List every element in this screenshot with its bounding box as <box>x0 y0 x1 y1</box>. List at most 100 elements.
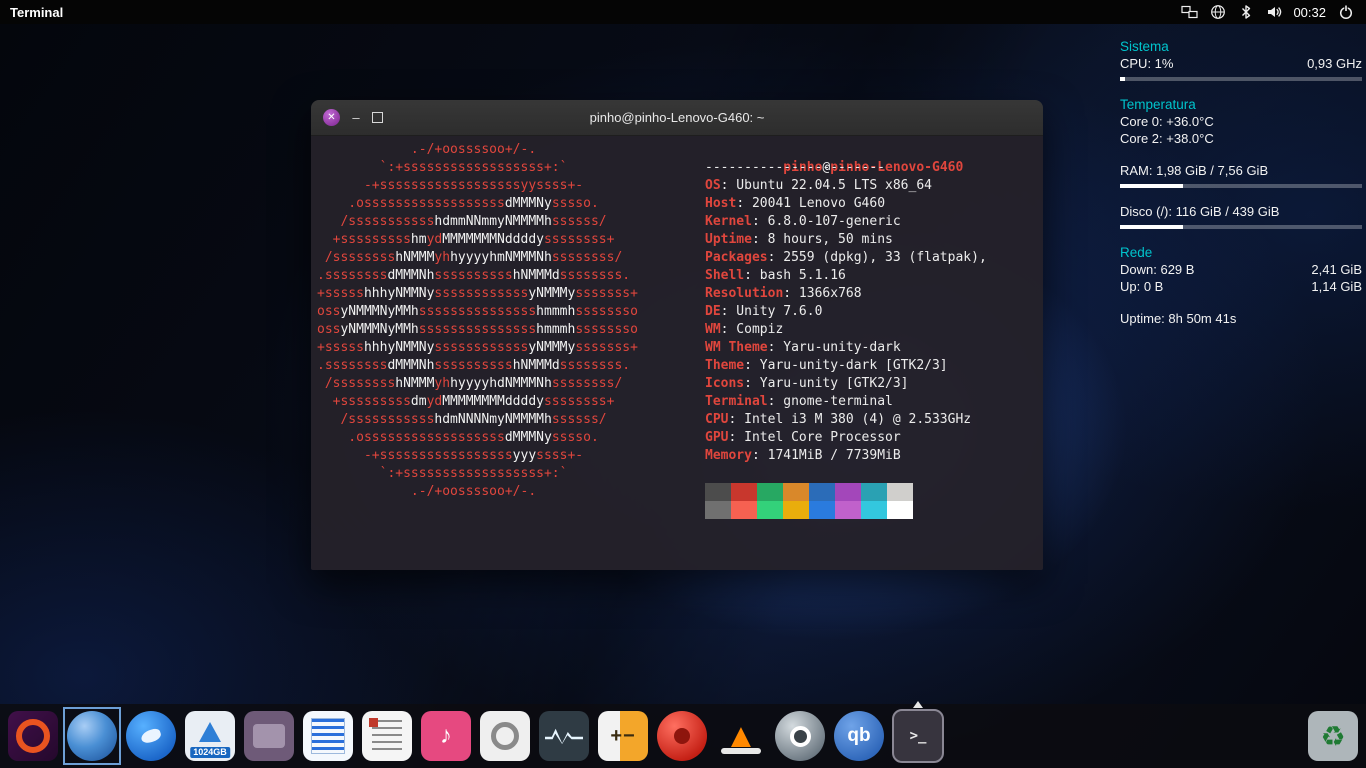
red-app[interactable] <box>656 710 708 762</box>
net-up-total: 1,14 GiB <box>1311 278 1362 295</box>
thunderbird-icon <box>126 711 176 761</box>
libreoffice-writer[interactable] <box>302 710 354 762</box>
color-swatch <box>705 483 731 501</box>
net-down-total: 2,41 GiB <box>1311 261 1362 278</box>
document-editor-icon <box>362 711 412 761</box>
color-swatch <box>835 501 861 519</box>
globe-icon[interactable] <box>1209 4 1226 21</box>
neofetch-info-row: Theme: Yaru-unity-dark [GTK2/3] <box>705 357 1037 375</box>
music-app[interactable]: ♪ <box>420 710 472 762</box>
calculator[interactable]: +− <box>597 710 649 762</box>
neofetch-info-row: OS: Ubuntu 22.04.5 LTS x86_64 <box>705 177 1037 195</box>
neofetch-info-row: Host: 20041 Lenovo G460 <box>705 195 1037 213</box>
close-button[interactable]: ✕ <box>323 109 340 126</box>
vlc[interactable]: ▲ <box>715 710 767 762</box>
trash-icon: ♻ <box>1308 711 1358 761</box>
neofetch-info-row: DE: Unity 7.6.0 <box>705 303 1037 321</box>
cpu-bar <box>1120 77 1362 81</box>
disk-usage-icon: 1024GB <box>185 711 235 761</box>
chromium-browser-icon <box>67 711 117 761</box>
color-swatch <box>783 483 809 501</box>
uptime-label: Uptime: 8h 50m 41s <box>1120 310 1362 327</box>
ram-bar <box>1120 184 1362 188</box>
conky-temp-title: Temperatura <box>1120 96 1362 113</box>
color-swatch <box>835 483 861 501</box>
ubuntu-launcher[interactable] <box>7 710 59 762</box>
qbittorrent-icon: qb <box>834 711 884 761</box>
disk-label: Disco (/): 116 GiB / 439 GiB <box>1120 203 1362 220</box>
running-indicator <box>913 701 923 708</box>
dock-items: 1024GB ♪ +− ▲ qb>_ <box>7 710 944 762</box>
core0-temp: Core 0: +36.0°C <box>1120 113 1362 130</box>
trash[interactable]: ♻ <box>1307 710 1359 762</box>
color-swatch <box>861 501 887 519</box>
core2-temp: Core 2: +38.0°C <box>1120 130 1362 147</box>
color-swatch <box>783 501 809 519</box>
top-panel: Terminal 00:32 <box>0 0 1366 24</box>
terminal-window: pinho@pinho-Lenovo-G460: ~ ✕ – .-/+oosss… <box>311 100 1043 570</box>
steam[interactable] <box>774 710 826 762</box>
music-app-icon: ♪ <box>421 711 471 761</box>
libreoffice-writer-icon <box>303 711 353 761</box>
neofetch-info-rows: OS: Ubuntu 22.04.5 LTS x86_64Host: 20041… <box>705 177 1037 465</box>
clock[interactable]: 00:32 <box>1293 5 1326 20</box>
disk-size-badge: 1024GB <box>190 747 230 758</box>
neofetch-info-row: Icons: Yaru-unity [GTK2/3] <box>705 375 1037 393</box>
neofetch-info-row: CPU: Intel i3 M 380 (4) @ 2.533GHz <box>705 411 1037 429</box>
cpu-usage-label: CPU: 1% <box>1120 55 1173 72</box>
neofetch-output: .-/+oossssoo+/-. `:+ssssssssssssssssss+:… <box>317 141 1037 519</box>
maximize-button[interactable] <box>372 112 383 123</box>
disk-usage[interactable]: 1024GB <box>184 710 236 762</box>
neofetch-info: pinho@pinho-Lenovo-G460 ----------------… <box>705 141 1037 519</box>
window-title: pinho@pinho-Lenovo-G460: ~ <box>311 110 1043 125</box>
power-icon[interactable] <box>1337 4 1354 21</box>
shell-prompt[interactable]: pinho@pinho-Lenovo-G460:~$ <box>317 556 1037 570</box>
bluetooth-icon[interactable] <box>1237 4 1254 21</box>
neofetch-info-row: Kernel: 6.8.0-107-generic <box>705 213 1037 231</box>
color-swatch <box>757 483 783 501</box>
color-swatch <box>887 501 913 519</box>
chromium-browser[interactable] <box>66 710 118 762</box>
vlc-icon: ▲ <box>716 711 766 761</box>
neofetch-info-row: Resolution: 1366x768 <box>705 285 1037 303</box>
neofetch-underline: ----------------------- <box>705 159 1037 177</box>
color-swatch <box>705 501 731 519</box>
neofetch-ascii: .-/+oossssoo+/-. `:+ssssssssssssssssss+:… <box>317 141 705 519</box>
color-swatch <box>731 483 757 501</box>
neofetch-info-row: WM: Compiz <box>705 321 1037 339</box>
system-monitor-app[interactable] <box>538 710 590 762</box>
file-manager[interactable] <box>243 710 295 762</box>
window-titlebar[interactable]: pinho@pinho-Lenovo-G460: ~ ✕ – <box>311 100 1043 136</box>
palette-row1 <box>705 483 1037 501</box>
terminal-content[interactable]: .-/+oossssoo+/-. `:+ssssssssssssssssss+:… <box>311 136 1043 570</box>
red-app-icon <box>657 711 707 761</box>
system-monitor-app-icon <box>539 711 589 761</box>
dock-trash-slot: ♻ <box>1307 710 1359 762</box>
steam-icon <box>775 711 825 761</box>
cpu-freq-value: 0,93 GHz <box>1307 55 1362 72</box>
neofetch-info-row: Terminal: gnome-terminal <box>705 393 1037 411</box>
document-editor[interactable] <box>361 710 413 762</box>
net-down-rate: Down: 629 B <box>1120 261 1194 278</box>
neofetch-info-row: Memory: 1741MiB / 7739MiB <box>705 447 1037 465</box>
neofetch-info-row: Uptime: 8 hours, 50 mins <box>705 231 1037 249</box>
file-manager-icon <box>244 711 294 761</box>
color-swatch <box>731 501 757 519</box>
panel-app-title: Terminal <box>0 5 63 20</box>
neofetch-title-line: pinho@pinho-Lenovo-G460 <box>705 141 1037 159</box>
thunderbird[interactable] <box>125 710 177 762</box>
neofetch-info-row: WM Theme: Yaru-unity-dark <box>705 339 1037 357</box>
system-monitor-widget: Sistema CPU: 1% 0,93 GHz Temperatura Cor… <box>1120 38 1362 327</box>
disk-bar <box>1120 225 1362 229</box>
screenshot-tool[interactable] <box>479 710 531 762</box>
volume-icon[interactable] <box>1265 4 1282 21</box>
terminal-app-icon: >_ <box>892 709 944 763</box>
neofetch-info-row: GPU: Intel Core Processor <box>705 429 1037 447</box>
terminal-app[interactable]: >_ <box>892 710 944 762</box>
minimize-button[interactable]: – <box>349 113 363 123</box>
neofetch-info-row: Shell: bash 5.1.16 <box>705 267 1037 285</box>
qbittorrent[interactable]: qb <box>833 710 885 762</box>
network-icon[interactable] <box>1181 4 1198 21</box>
calculator-icon: +− <box>598 711 648 761</box>
color-swatch <box>887 483 913 501</box>
